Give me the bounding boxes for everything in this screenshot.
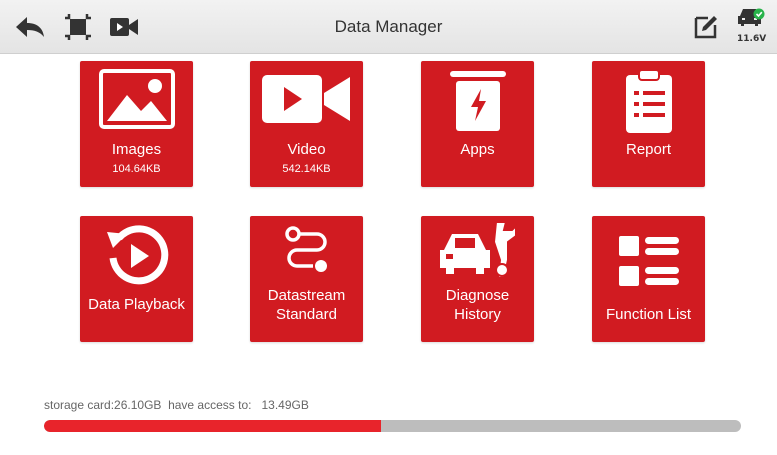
function-list-icon [592,234,705,290]
storage-card-label: storage card:26.10GB [44,398,162,412]
car-status-icon[interactable] [736,0,766,34]
tile-images[interactable]: Images 104.64KB [80,61,193,187]
access-label: have access to: [168,398,252,412]
access-value: 13.49GB [261,398,309,412]
storage-progress-bar [44,420,741,432]
image-icon [80,69,193,129]
video-record-icon[interactable] [106,0,142,54]
apps-icon [421,69,534,133]
tile-datastream-standard[interactable]: Datastream Standard [250,216,363,342]
tile-label-line: Diagnose [445,287,510,304]
tile-data-playback[interactable]: Data Playback [80,216,193,342]
tile-size: 104.64KB [112,163,161,175]
screenshot-icon[interactable] [60,0,96,54]
video-icon [250,71,363,127]
tile-label-line: History [454,306,501,323]
tile-label-line: Standard [276,306,337,323]
diagnose-history-icon [421,220,534,282]
tile-label: Function List [605,306,692,323]
tile-diagnose-history[interactable]: Diagnose History [421,216,534,342]
playback-icon [80,224,193,288]
report-icon [592,69,705,135]
datastream-icon [250,224,363,280]
tile-function-list[interactable]: Function List [592,216,705,342]
tile-label: Video [287,141,326,158]
top-bar: Data Manager 11.6V [0,0,777,54]
tile-label: Images [111,141,162,158]
tile-size: 542.14KB [282,163,331,175]
back-arrow-icon[interactable] [12,0,48,54]
tile-apps[interactable]: Apps [421,61,534,187]
tile-label: Data Playback [88,296,185,313]
tile-label: Apps [460,141,495,158]
edit-note-icon[interactable] [690,0,722,54]
tile-label: Report [625,141,672,158]
storage-info: storage card:26.10GB have access to: 13.… [44,398,309,412]
battery-voltage: 11.6V [737,34,767,44]
tile-report[interactable]: Report [592,61,705,187]
tile-video[interactable]: Video 542.14KB [250,61,363,187]
storage-progress-fill [44,420,382,432]
tile-label-line: Datastream [267,287,346,304]
